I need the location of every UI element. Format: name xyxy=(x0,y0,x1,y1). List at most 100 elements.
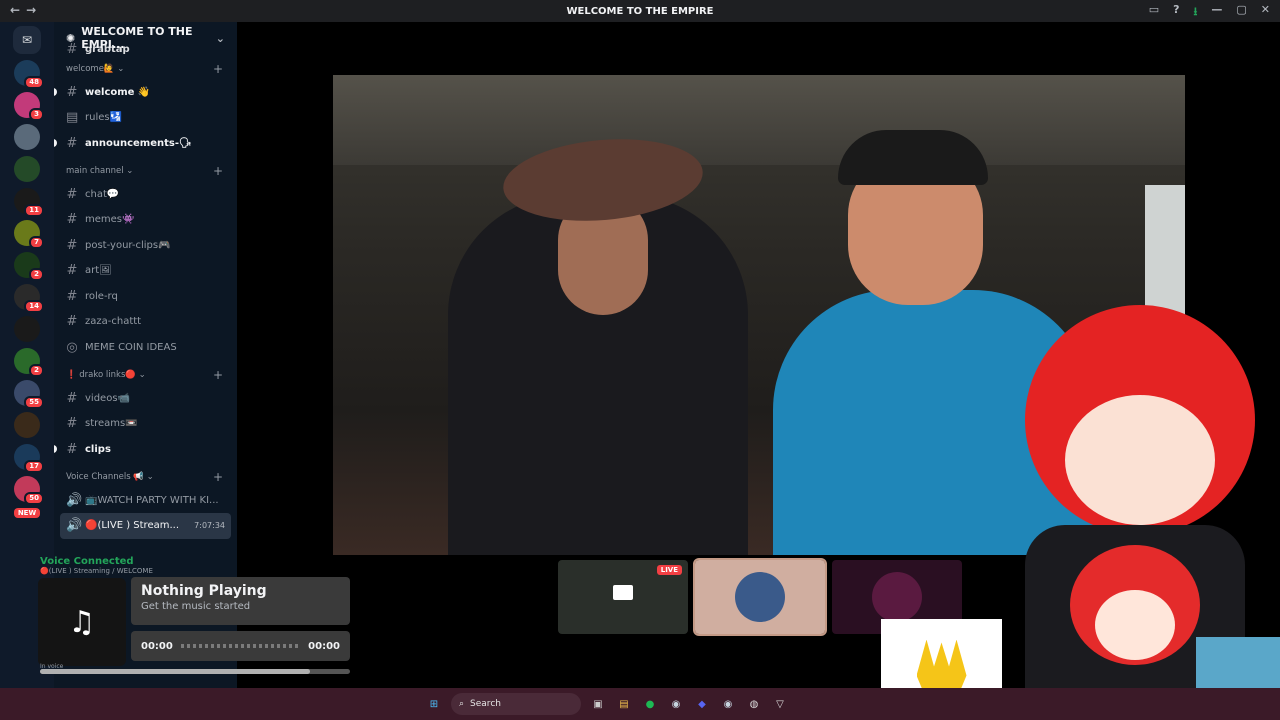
channel-item[interactable]: # welcome 👋 xyxy=(54,80,237,106)
nav-buttons: ←→ xyxy=(10,3,42,17)
folder-icon[interactable]: ▤ xyxy=(615,695,633,713)
channel-category[interactable]: Voice Channels 📢 ⌄ + xyxy=(54,462,237,488)
help-icon[interactable]: ? xyxy=(1173,3,1179,22)
time-start: 00:00 xyxy=(141,640,173,652)
inbox-icon[interactable]: ▭ xyxy=(1149,3,1159,22)
channel-label: rules🛂 xyxy=(85,112,123,124)
channel-label: ❗ drako links🔴 ⌄ xyxy=(66,369,146,380)
unread-indicator xyxy=(54,445,57,454)
channel-category[interactable]: welcome🙋 ⌄ + xyxy=(54,54,237,80)
rules-icon: ▤ xyxy=(66,110,79,126)
discord-home-icon[interactable]: ✉ xyxy=(13,26,41,54)
channel-label: memes👾 xyxy=(85,214,135,226)
mention-badge: 55 xyxy=(24,396,44,409)
channel-item[interactable]: # announcements-🗣 xyxy=(54,131,237,157)
steam-icon[interactable]: ◉ xyxy=(667,695,685,713)
taskbar-search[interactable]: ⌕ Search xyxy=(451,693,581,715)
unread-indicator xyxy=(54,88,57,97)
channel-item[interactable]: # videos📹 xyxy=(54,386,237,412)
server-icon[interactable]: 14 xyxy=(14,284,44,313)
channel-label: welcome🙋 ⌄ xyxy=(66,63,125,74)
spotify-icon[interactable]: ● xyxy=(641,695,659,713)
person-right-cap xyxy=(838,130,988,185)
hash-icon: # xyxy=(66,390,78,406)
hash-icon: # xyxy=(66,314,78,330)
app-icon[interactable]: ▽ xyxy=(771,695,789,713)
download-icon[interactable]: ⭳ xyxy=(1194,3,1198,22)
server-icon[interactable]: 48 xyxy=(14,60,44,89)
hash-icon: # xyxy=(66,84,78,100)
file-explorer-icon[interactable]: ▣ xyxy=(589,695,607,713)
channel-item[interactable]: ▤ rules🛂 xyxy=(54,105,237,131)
steam-icon[interactable]: ◉ xyxy=(719,695,737,713)
windows-start-icon[interactable]: ⊞ xyxy=(425,695,443,713)
channel-item[interactable]: # post-your-clips🎮 xyxy=(54,233,237,259)
hash-icon: # xyxy=(66,212,78,228)
unread-indicator xyxy=(54,139,57,148)
channel-label: 🔴(LIVE ) Stream... xyxy=(85,520,180,532)
server-icon[interactable]: 55 xyxy=(14,380,44,409)
channel-item[interactable]: # role-rq xyxy=(54,284,237,310)
discord-icon[interactable]: ◆ xyxy=(693,695,711,713)
channel-item[interactable]: # chat💬 xyxy=(54,182,237,208)
channel-item[interactable]: 🔊 🔴(LIVE ) Stream... 7:07:34 xyxy=(60,513,231,539)
channel-label: grabtap xyxy=(85,43,130,55)
server-icon[interactable]: 3 xyxy=(14,92,44,121)
server-icon[interactable]: 17 xyxy=(14,444,44,473)
channel-category[interactable]: main channel ⌄ + xyxy=(54,156,237,182)
server-icon[interactable] xyxy=(14,156,40,182)
speaker-icon: 🔊 xyxy=(66,492,83,508)
channel-label: chat💬 xyxy=(85,188,120,200)
channel-list: welcome🙋 ⌄ + # welcome 👋 ▤ rules🛂 # announcemen… xyxy=(54,54,237,539)
seek-track[interactable] xyxy=(180,644,301,648)
mention-badge: 2 xyxy=(29,268,44,281)
chevron-down-icon: ⌄ xyxy=(215,31,225,45)
channel-item[interactable]: # memes👾 xyxy=(54,207,237,233)
server-icon[interactable]: 7 xyxy=(14,220,44,249)
server-icon[interactable] xyxy=(14,124,40,150)
channel-item[interactable]: ◎ MEME COIN IDEAS xyxy=(54,335,237,361)
hash-icon: # xyxy=(66,288,78,304)
volume-progress[interactable] xyxy=(40,669,350,674)
minimize-button[interactable]: — xyxy=(1211,3,1222,22)
chrome-icon[interactable]: ◍ xyxy=(745,695,763,713)
avatar xyxy=(735,572,785,622)
forum-icon: ◎ xyxy=(66,339,78,355)
channel-item[interactable]: 🔊 📺WATCH PARTY WITH KI... xyxy=(54,488,237,514)
speaker-icon: 🔊 xyxy=(66,518,83,534)
channel-item[interactable]: # art🖼 xyxy=(54,258,237,284)
mention-badge: 50 xyxy=(24,492,44,505)
close-button[interactable]: ✕ xyxy=(1261,3,1270,22)
channel-item[interactable]: # streams📼 xyxy=(54,411,237,437)
stream-duration: 7:07:34 xyxy=(194,521,225,531)
server-icon[interactable] xyxy=(14,316,40,342)
mention-badge: 7 xyxy=(29,236,44,249)
server-icon[interactable]: 2 xyxy=(14,252,44,281)
now-playing-card: Nothing Playing Get the music started xyxy=(131,577,350,625)
stream-thumbnail[interactable]: LIVE xyxy=(558,560,688,634)
taskbar: ⊞ ⌕ Search ▣ ▤ ● ◉ ◆ ◉ ◍ ▽ xyxy=(0,688,1280,720)
forward-arrow-icon[interactable]: → xyxy=(26,3,42,17)
add-channel-icon[interactable]: + xyxy=(213,164,223,178)
progress-fill xyxy=(40,669,310,674)
server-icon[interactable]: 2 xyxy=(14,348,44,377)
channel-label: main channel ⌄ xyxy=(66,165,134,176)
server-icon[interactable] xyxy=(14,412,40,438)
mention-badge: 3 xyxy=(29,108,44,121)
back-arrow-icon[interactable]: ← xyxy=(10,3,26,17)
window-controls: ▭ ? ⭳ — ▢ ✕ xyxy=(1149,3,1270,22)
channel-item[interactable]: # zaza-chattt xyxy=(54,309,237,335)
channel-label: art🖼 xyxy=(85,265,112,277)
voice-channel-sub: 🔴(LIVE ) Streaming / WELCOME xyxy=(40,567,153,575)
participant-tile[interactable] xyxy=(693,558,827,636)
server-icon[interactable]: 11 xyxy=(14,188,44,217)
add-channel-icon[interactable]: + xyxy=(213,470,223,484)
add-channel-icon[interactable]: + xyxy=(213,62,223,76)
channel-label: clips xyxy=(85,443,111,455)
channel-category[interactable]: ❗ drako links🔴 ⌄ + xyxy=(54,360,237,386)
channel-item[interactable]: # clips xyxy=(54,437,237,463)
voice-status[interactable]: Voice Connected 🔴(LIVE ) Streaming / WEL… xyxy=(40,556,153,575)
server-icon[interactable]: 50 xyxy=(14,476,44,505)
maximize-button[interactable]: ▢ xyxy=(1236,3,1246,22)
add-channel-icon[interactable]: + xyxy=(213,368,223,382)
